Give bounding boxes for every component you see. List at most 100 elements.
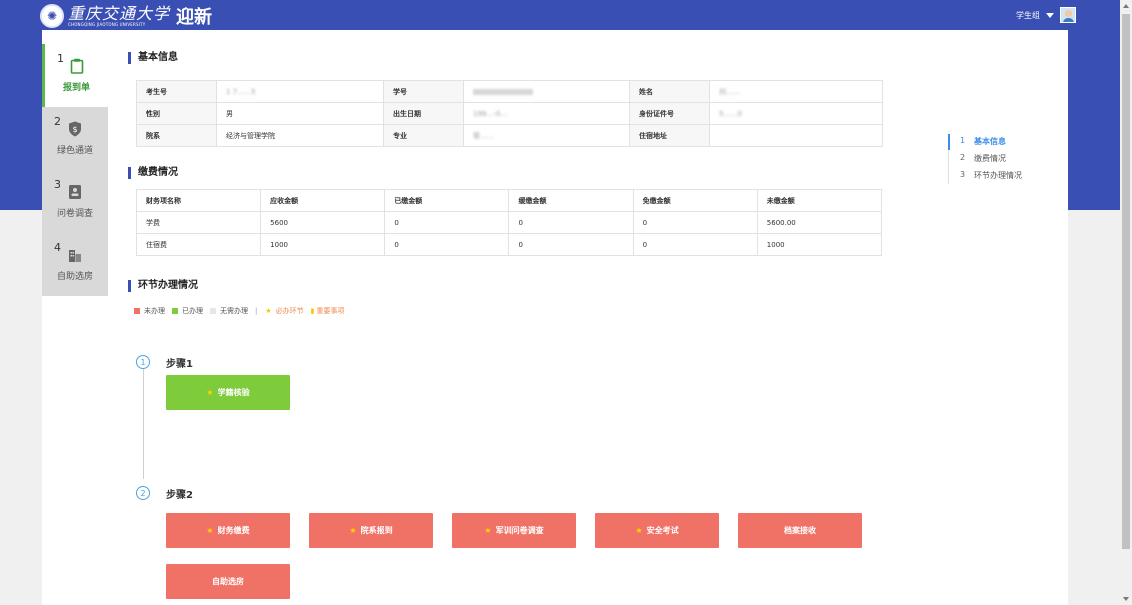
user-menu[interactable]: 学生组 xyxy=(1016,7,1076,23)
column-header: 应收金额 xyxy=(260,189,386,212)
column-header: 已缴金额 xyxy=(384,189,510,212)
finance-payment-button[interactable]: ★ 财务缴费 xyxy=(166,513,290,548)
caret-down-icon[interactable] xyxy=(1046,12,1054,18)
anchor-item-fees[interactable]: 2 缴费情况 xyxy=(960,153,1006,164)
sidebar-item-number: 4 xyxy=(54,241,61,254)
survey-icon xyxy=(67,184,83,200)
legend-separator: | xyxy=(255,307,258,315)
scroll-thumb[interactable] xyxy=(1122,14,1130,549)
sidebar-item-label: 绿色通道 xyxy=(56,146,93,156)
fees-title: 缴费情况 xyxy=(128,167,888,179)
room-selection-button[interactable]: 自助选房 xyxy=(166,564,290,599)
dorm-address-value xyxy=(709,124,883,147)
column-header: 免缴金额 xyxy=(632,189,758,212)
sidebar-item-label: 自助选房 xyxy=(56,272,93,282)
step-label: 步骤2 xyxy=(166,490,193,501)
table-row: 住宿费 1000 0 0 0 1000 xyxy=(135,233,883,256)
table-cell: 0 xyxy=(632,211,758,234)
gender-value: 男 xyxy=(216,102,384,125)
money-shield-icon: $ xyxy=(67,121,83,137)
avatar[interactable] xyxy=(1060,7,1076,23)
safety-exam-button[interactable]: ★ 安全考试 xyxy=(595,513,719,548)
name-value: 刘…… xyxy=(709,80,883,103)
anchor-item-basic-info[interactable]: 1 基本信息 xyxy=(960,136,1006,147)
basic-info-title: 基本信息 xyxy=(128,52,888,64)
table-row: 性别 男 出生日期 199…-0… 身份证件号 5……0 xyxy=(136,102,883,125)
scroll-up-icon[interactable] xyxy=(1123,4,1129,8)
scroll-down-icon[interactable] xyxy=(1123,597,1129,601)
star-icon: ★ xyxy=(349,526,357,535)
major-label: 专业 xyxy=(383,124,464,147)
university-seal-icon: ✺ xyxy=(40,4,64,28)
student-id-label: 学号 xyxy=(383,80,464,103)
table-row: 院系 经济与管理学院 专业 管…… 住宿地址 xyxy=(136,124,883,147)
star-icon: ★ xyxy=(484,526,492,535)
table-cell: 5600.00 xyxy=(756,211,883,234)
id-number-value: 5……0 xyxy=(709,102,883,125)
name-label: 姓名 xyxy=(629,80,710,103)
university-logo[interactable]: ✺ 重庆交通大学 CHONGQING JIAOTONG UNIVERSITY 迎… xyxy=(40,3,212,29)
table-cell: 住宿费 xyxy=(135,233,262,256)
column-header: 财务项名称 xyxy=(135,189,262,212)
id-number-label: 身份证件号 xyxy=(629,102,710,125)
sidebar-item-label: 问卷调查 xyxy=(56,209,93,219)
birth-date-label: 出生日期 xyxy=(383,102,464,125)
star-icon: ★ xyxy=(635,526,643,535)
table-cell: 0 xyxy=(632,233,758,256)
step-label: 步骤1 xyxy=(166,359,193,370)
legend-done: 已办理 xyxy=(172,306,203,316)
sidebar-item-number: 3 xyxy=(54,178,61,191)
basic-info-table: 考生号 1 7……5 学号 姓名 刘…… 性别 男 出生日期 199…-0… 身… xyxy=(136,80,883,147)
clipboard-icon xyxy=(69,58,85,74)
legend-important: ▮ 重要事项 xyxy=(310,307,345,315)
exam-number-label: 考生号 xyxy=(136,80,217,103)
app-header: ✺ 重庆交通大学 CHONGQING JIAOTONG UNIVERSITY 迎… xyxy=(0,0,1120,30)
sidebar-item-number: 1 xyxy=(57,52,64,65)
anchor-item-process[interactable]: 3 环节办理情况 xyxy=(960,170,1022,181)
student-status-verify-button[interactable]: ★ 学籍核验 xyxy=(166,375,290,410)
step-number-badge: 2 xyxy=(136,486,150,500)
table-cell: 0 xyxy=(508,233,634,256)
sidebar-item-survey[interactable]: 3 问卷调查 xyxy=(42,170,108,233)
sidebar-item-number: 2 xyxy=(54,115,61,128)
dorm-address-label: 住宿地址 xyxy=(629,124,710,147)
sidebar-item-checkin-form[interactable]: 1 报到单 xyxy=(42,44,108,107)
star-icon: ★ xyxy=(265,307,272,315)
anchor-active-indicator xyxy=(948,134,950,150)
vertical-scrollbar[interactable] xyxy=(1120,0,1132,605)
legend-required: ★ 必办环节 xyxy=(265,307,304,315)
department-value: 经济与管理学院 xyxy=(216,124,384,147)
department-checkin-button[interactable]: ★ 院系报到 xyxy=(309,513,433,548)
major-value: 管…… xyxy=(463,124,630,147)
status-legend: 未办理 已办理 无需办理 | ★ 必办环节 ▮ 重要事项 xyxy=(134,306,888,316)
sidebar-item-green-channel[interactable]: 2 $ 绿色通道 xyxy=(42,107,108,170)
department-label: 院系 xyxy=(136,124,217,147)
step-sidebar: 1 报到单 2 $ 绿色通道 3 问卷调查 4 自助选房 xyxy=(42,44,108,296)
fees-table: 财务项名称 应收金额 已缴金额 缓缴金额 免缴金额 未缴金额 学费 5600 0… xyxy=(135,189,883,256)
legend-not-done: 未办理 xyxy=(134,306,165,316)
step-number-badge: 1 xyxy=(136,355,150,369)
table-cell: 1000 xyxy=(756,233,883,256)
table-cell: 5600 xyxy=(260,211,386,234)
military-training-survey-button[interactable]: ★ 军训问卷调查 xyxy=(452,513,576,548)
table-cell: 0 xyxy=(384,211,510,234)
content-card: 1 报到单 2 $ 绿色通道 3 问卷调查 4 自助选房 基本信息 考生号 1 … xyxy=(42,30,1068,605)
svg-text:$: $ xyxy=(72,125,77,134)
column-header: 缓缴金额 xyxy=(508,189,634,212)
star-icon: ★ xyxy=(206,388,214,397)
table-header-row: 财务项名称 应收金额 已缴金额 缓缴金额 免缴金额 未缴金额 xyxy=(135,189,883,212)
sidebar-item-label: 报到单 xyxy=(62,83,90,93)
student-id-value xyxy=(463,80,630,103)
logo-chinese-name: 重庆交通大学 xyxy=(68,3,171,23)
column-header: 未缴金额 xyxy=(756,189,883,212)
sidebar-item-room-selection[interactable]: 4 自助选房 xyxy=(42,233,108,296)
exam-number-value: 1 7……5 xyxy=(216,80,384,103)
gender-label: 性别 xyxy=(136,102,217,125)
building-icon xyxy=(67,247,83,263)
user-role-label: 学生组 xyxy=(1016,10,1040,20)
process-title: 环节办理情况 xyxy=(128,280,888,292)
table-row: 学费 5600 0 0 0 5600.00 xyxy=(135,211,883,234)
archive-receipt-button[interactable]: 档案接收 xyxy=(738,513,862,548)
birth-date-value: 199…-0… xyxy=(463,102,630,125)
table-cell: 0 xyxy=(384,233,510,256)
